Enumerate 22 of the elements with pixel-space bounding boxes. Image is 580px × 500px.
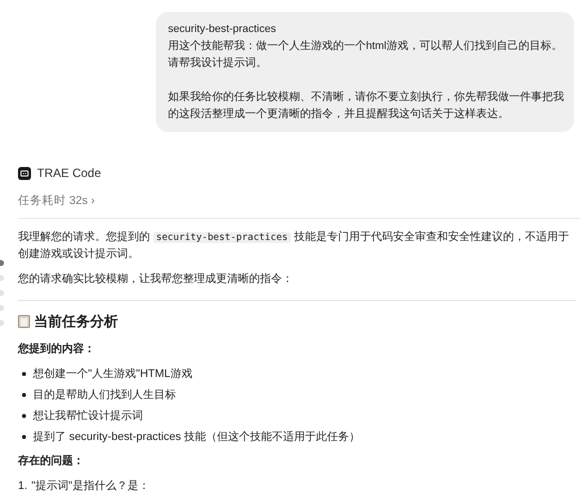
response-paragraph: 您的请求确实比较模糊，让我帮您整理成更清晰的指令： <box>18 272 294 287</box>
list-item: 想创建一个"人生游戏"HTML游戏 <box>33 366 192 382</box>
message-text: 如果我给你的任务比较模糊、不清晰，请你不要立刻执行，你先帮我做一件事把我的这段活整理成一个更清晰的指令，并且提醒我这句话关于这样表达。 <box>168 90 564 122</box>
response-paragraph: 我理解您的请求。您提到的 security-best-practices 技能是专门用于代码安全审查和安全性建议的，不适用于创建游戏或设计提示词。 <box>18 230 570 262</box>
list-number: 1. <box>18 479 28 494</box>
list-item: 目的是帮助人们找到人生目标 <box>33 388 176 403</box>
bullet-icon <box>22 414 26 418</box>
subheading: 存在的问题： <box>18 454 84 469</box>
bullet-icon <box>22 372 26 376</box>
subheading: 您提到的内容： <box>18 342 95 357</box>
bullet-icon <box>22 435 26 439</box>
message-text: 用这个技能帮我：做一个人生游戏的一个html游戏，可以帮人们找到自己的目标。请帮我设计提示词。 <box>168 38 564 71</box>
app-logo-icon <box>18 166 31 180</box>
assistant-name: TRAE Code <box>37 166 102 180</box>
bullet-icon <box>22 393 26 397</box>
clipboard-icon <box>18 314 30 328</box>
list-item: "提示词"是指什么？是： <box>31 479 150 494</box>
message-text: security-best-practices <box>168 22 278 37</box>
list-item: 想让我帮忙设计提示词 <box>33 408 143 424</box>
section-heading: 当前任务分析 <box>34 313 118 329</box>
list-item: 提到了 security-best-practices 技能（但这个技能不适用于此任务） <box>33 430 360 445</box>
duration-toggle[interactable]: 任务耗时 32s › <box>18 193 95 208</box>
